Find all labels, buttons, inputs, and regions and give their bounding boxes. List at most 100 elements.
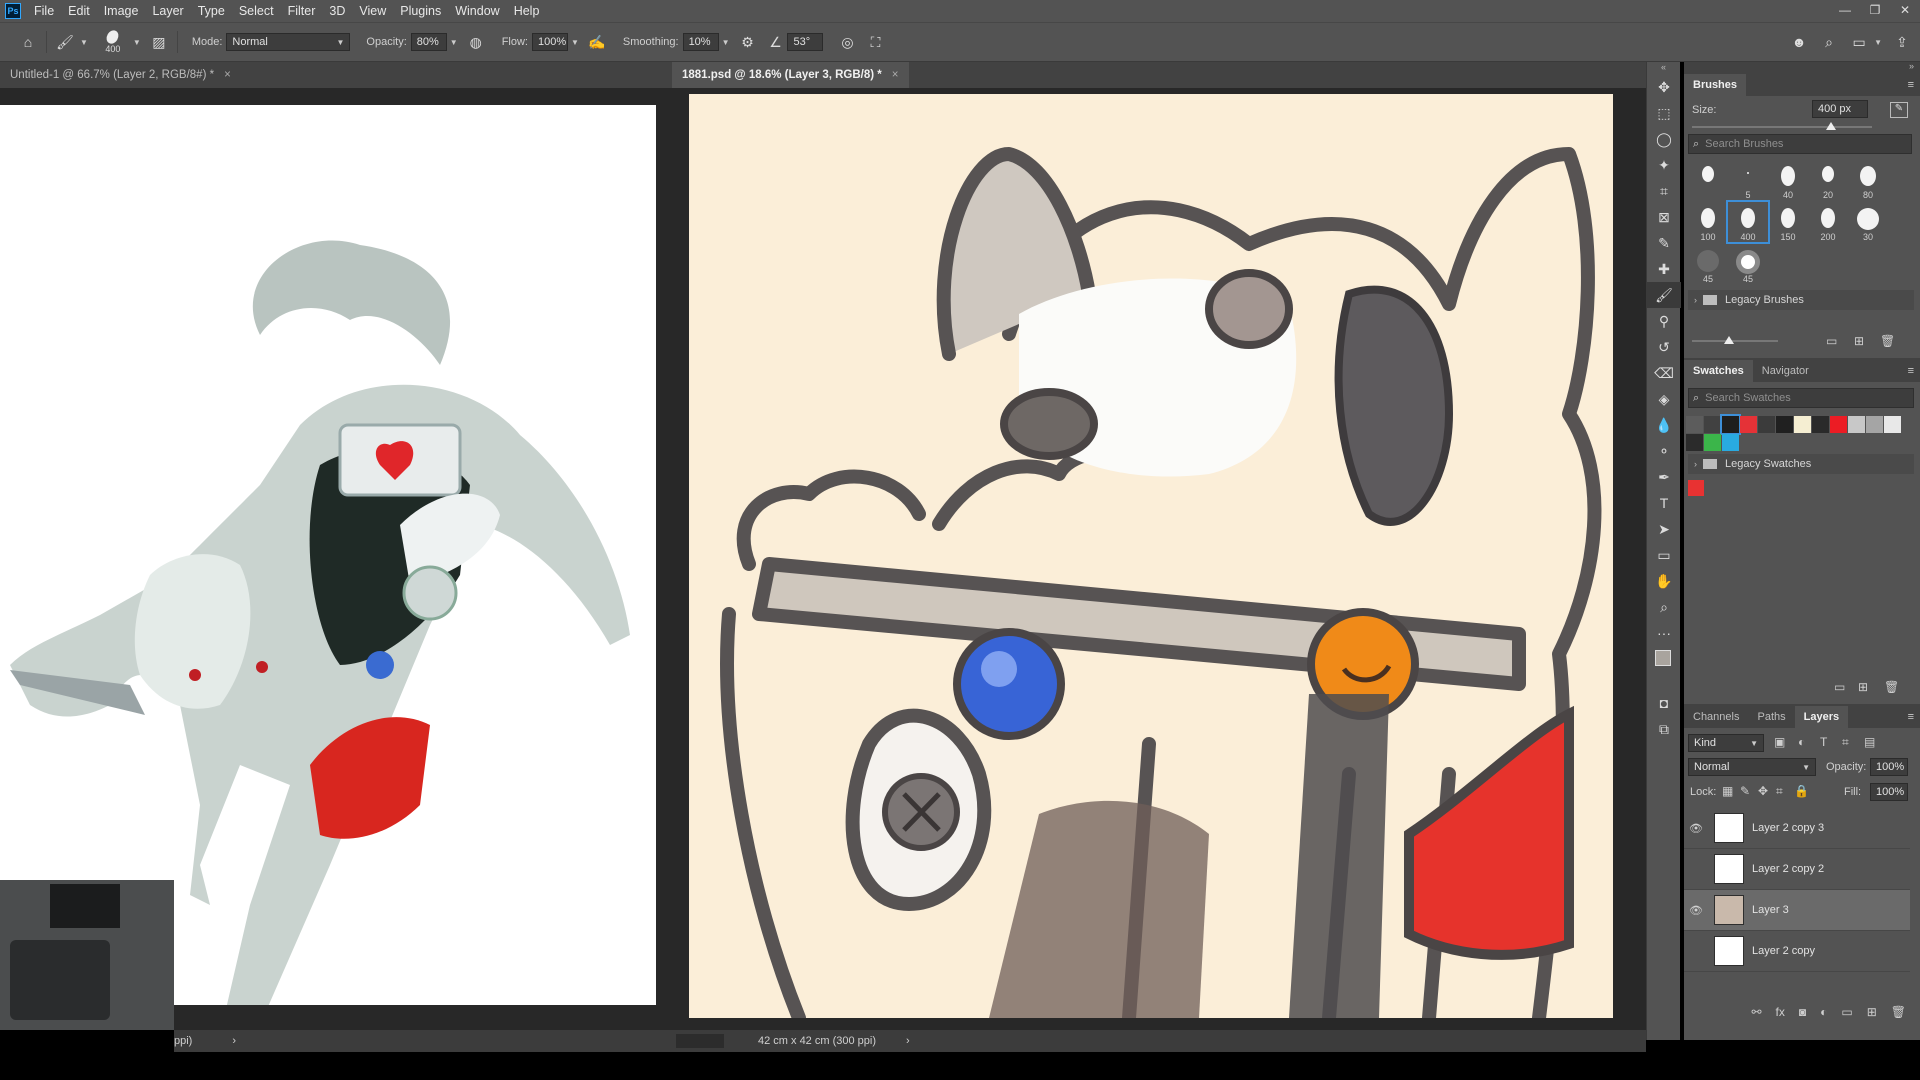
- tab-channels[interactable]: Channels: [1684, 706, 1748, 728]
- chevron-right-icon[interactable]: ›: [1694, 459, 1697, 469]
- collapse-icon[interactable]: «: [1647, 62, 1680, 74]
- tab-1881-psd[interactable]: 1881.psd @ 18.6% (Layer 3, RGB/8) * ×: [672, 62, 909, 88]
- search-brushes[interactable]: ⌕ Search Brushes: [1688, 134, 1912, 154]
- color-swatch[interactable]: [1722, 434, 1739, 451]
- adjustment-layer-icon[interactable]: ◐: [1820, 1005, 1827, 1019]
- eraser-icon[interactable]: ⌫: [1647, 360, 1681, 386]
- tab-brushes[interactable]: Brushes: [1684, 74, 1747, 96]
- legacy-swatches-group[interactable]: › Legacy Swatches: [1688, 454, 1914, 474]
- brush-tool-icon[interactable]: 🖌: [53, 30, 77, 54]
- kind-filter[interactable]: Kind ▼: [1688, 734, 1764, 752]
- menu-3d[interactable]: 3D: [322, 4, 352, 18]
- close-window-button[interactable]: ✕: [1890, 0, 1920, 22]
- fx-icon[interactable]: fx: [1776, 1005, 1785, 1019]
- minimize-button[interactable]: —: [1830, 0, 1860, 22]
- frame-tool-icon[interactable]: ⊠: [1647, 204, 1681, 230]
- magic-wand-icon[interactable]: ✦: [1647, 152, 1681, 178]
- menu-filter[interactable]: Filter: [281, 4, 323, 18]
- fill-field[interactable]: 100%: [1870, 783, 1908, 801]
- brush-preset[interactable]: [1688, 160, 1728, 200]
- panel-menu-icon[interactable]: ≡: [1908, 706, 1914, 728]
- brush-preset[interactable]: 20: [1808, 160, 1848, 200]
- screen-mode-icon[interactable]: ⧉: [1647, 716, 1681, 742]
- brush-preset-selected[interactable]: 400: [1726, 200, 1770, 244]
- panel-menu-icon[interactable]: ≡: [1908, 74, 1914, 96]
- color-swatch[interactable]: [1686, 434, 1703, 451]
- eyedropper-icon[interactable]: ✎: [1647, 230, 1681, 256]
- foreground-color-swatch[interactable]: [1655, 650, 1671, 666]
- color-swatch[interactable]: [1704, 416, 1721, 433]
- link-layers-icon[interactable]: ⚯: [1751, 1005, 1761, 1019]
- move-tool-icon[interactable]: ✥: [1647, 74, 1681, 100]
- menu-file[interactable]: File: [27, 4, 61, 18]
- filter-smart-icon[interactable]: ▤: [1864, 735, 1875, 749]
- color-swatch[interactable]: [1830, 416, 1847, 433]
- trash-icon[interactable]: 🗑: [1880, 334, 1895, 348]
- left-canvas-area[interactable]: [0, 88, 672, 1030]
- brush-preset-picker[interactable]: 400: [96, 28, 130, 54]
- workspace-icon[interactable]: ▭: [1847, 30, 1871, 54]
- brush-preset[interactable]: 200: [1808, 202, 1848, 242]
- zoom-tool-icon[interactable]: ⌕: [1647, 594, 1681, 620]
- tab-untitled-1[interactable]: Untitled-1 @ 66.7% (Layer 2, RGB/8#) * ×: [0, 62, 241, 88]
- menu-view[interactable]: View: [352, 4, 393, 18]
- preview-slider-thumb[interactable]: [1724, 336, 1734, 344]
- layer-row[interactable]: Layer 2 copy 2: [1684, 849, 1910, 890]
- search-swatches[interactable]: ⌕ Search Swatches: [1688, 388, 1914, 408]
- menu-select[interactable]: Select: [232, 4, 281, 18]
- search-icon[interactable]: ⌕: [1817, 30, 1841, 54]
- lock-pixels-icon[interactable]: ✎: [1740, 784, 1750, 798]
- brush-preset[interactable]: 150: [1768, 202, 1808, 242]
- blend-mode-select[interactable]: Normal ▼: [1688, 758, 1816, 776]
- chevron-down-icon[interactable]: ▼: [1874, 38, 1882, 47]
- panel-menu-icon[interactable]: ≡: [1908, 360, 1914, 382]
- brush-edit-icon[interactable]: ✎: [1890, 102, 1908, 118]
- flow-field[interactable]: 100%: [531, 33, 568, 51]
- folder-icon[interactable]: ▭: [1826, 334, 1837, 348]
- brush-preset[interactable]: 30: [1848, 202, 1888, 242]
- history-brush-icon[interactable]: ↺: [1647, 334, 1681, 360]
- new-brush-icon[interactable]: ⊞: [1854, 334, 1864, 348]
- chevron-down-icon[interactable]: ▼: [133, 38, 141, 47]
- folder-icon[interactable]: ▭: [1841, 1005, 1852, 1019]
- pressure-size-icon[interactable]: ◎: [835, 30, 859, 54]
- color-swatch[interactable]: [1704, 434, 1721, 451]
- new-layer-icon[interactable]: ⊞: [1867, 1005, 1877, 1019]
- menu-image[interactable]: Image: [97, 4, 146, 18]
- close-icon[interactable]: ×: [892, 69, 899, 81]
- home-icon[interactable]: ⌂: [16, 30, 40, 54]
- type-tool-icon[interactable]: T: [1647, 490, 1681, 516]
- stamp-tool-icon[interactable]: ⚲: [1647, 308, 1681, 334]
- quick-mask-icon[interactable]: ◘: [1647, 690, 1681, 716]
- filter-shape-icon[interactable]: ⌗: [1842, 735, 1849, 750]
- dodge-tool-icon[interactable]: ⚬: [1647, 438, 1681, 464]
- color-swatch[interactable]: [1884, 416, 1901, 433]
- size-slider-track[interactable]: [1692, 126, 1872, 128]
- tab-layers[interactable]: Layers: [1794, 706, 1849, 728]
- brush-preset[interactable]: 40: [1768, 160, 1808, 200]
- path-selection-icon[interactable]: ➤: [1647, 516, 1681, 542]
- lock-all-icon[interactable]: 🔒: [1794, 784, 1809, 798]
- collapse-icon[interactable]: »: [1684, 62, 1920, 72]
- menu-window[interactable]: Window: [448, 4, 506, 18]
- size-slider-thumb[interactable]: [1826, 122, 1836, 130]
- brush-settings-icon[interactable]: ▨: [147, 30, 171, 54]
- lock-position-icon[interactable]: ✥: [1758, 784, 1768, 798]
- preview-size-slider[interactable]: [1692, 340, 1778, 342]
- color-swatch[interactable]: [1812, 416, 1829, 433]
- healing-brush-icon[interactable]: ✚: [1647, 256, 1681, 282]
- new-swatch-icon[interactable]: ⊞: [1858, 680, 1868, 694]
- brush-preset[interactable]: 5: [1728, 160, 1768, 200]
- airbrush-icon[interactable]: ✍: [585, 30, 609, 54]
- filter-pixel-icon[interactable]: ▣: [1774, 735, 1785, 749]
- layer-row-selected[interactable]: 👁 Layer 3: [1684, 890, 1910, 931]
- color-swatch[interactable]: [1776, 416, 1793, 433]
- filter-adjustment-icon[interactable]: ◐: [1798, 735, 1805, 749]
- chevron-down-icon[interactable]: ▼: [722, 38, 730, 47]
- chevron-right-icon[interactable]: ›: [1694, 295, 1697, 305]
- color-swatch[interactable]: [1866, 416, 1883, 433]
- trash-icon[interactable]: 🗑: [1884, 680, 1899, 694]
- recent-swatch[interactable]: [1688, 480, 1704, 496]
- menu-type[interactable]: Type: [191, 4, 232, 18]
- layer-row[interactable]: Layer 2 copy: [1684, 931, 1910, 972]
